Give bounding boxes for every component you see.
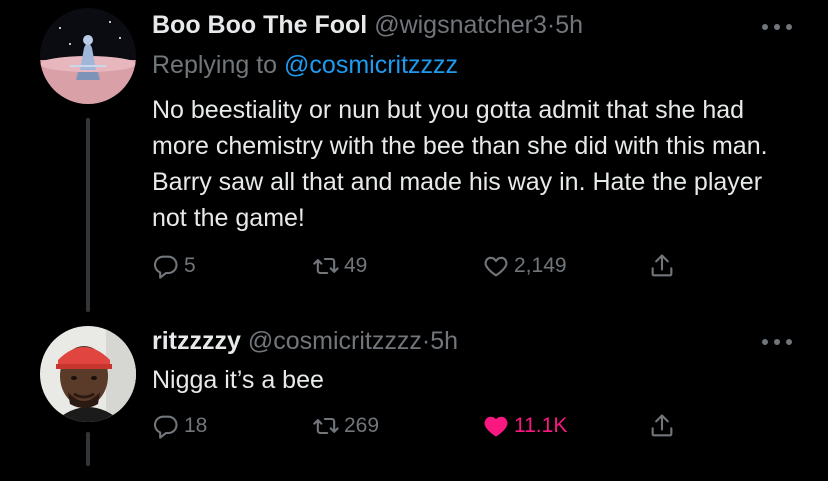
- retweet-count: 269: [344, 414, 380, 437]
- reply-count: 18: [184, 414, 208, 437]
- replying-to: Replying to @cosmicritzzzz: [152, 50, 458, 80]
- thread-line-bottom: [86, 432, 90, 466]
- like-count: 11.1K: [514, 414, 568, 437]
- tweet-2-actions: 18 269 11.1K: [152, 408, 692, 444]
- avatar-image: [40, 326, 136, 422]
- reply-button[interactable]: 18: [152, 408, 207, 444]
- tweet-2-header: ritzzzzy @cosmicritzzzz·5h: [152, 326, 458, 356]
- reply-count: 5: [184, 254, 196, 277]
- reply-icon: [153, 255, 178, 279]
- more-icon[interactable]: [762, 23, 792, 31]
- like-icon: [484, 416, 508, 437]
- retweet-icon: [313, 417, 339, 435]
- reply-button[interactable]: 5: [152, 248, 196, 284]
- share-icon: [651, 254, 673, 277]
- replying-prefix: Replying to: [152, 51, 278, 79]
- avatar-image: [40, 8, 136, 104]
- share-icon: [651, 414, 673, 437]
- separator-dot: ·: [421, 327, 431, 355]
- like-button[interactable]: 2,149: [482, 248, 567, 284]
- avatar-cosmicritzzzz[interactable]: [40, 326, 136, 422]
- share-button[interactable]: [648, 408, 676, 444]
- tweet-1-actions: 5 49 2,149: [152, 248, 692, 284]
- thread-line-top: [86, 118, 90, 312]
- retweet-icon: [313, 257, 339, 275]
- avatar-wigsnatcher3[interactable]: [40, 8, 136, 104]
- retweet-button[interactable]: 49: [312, 248, 367, 284]
- timestamp[interactable]: 5h: [430, 327, 458, 355]
- mention-link[interactable]: @cosmicritzzzz: [284, 51, 458, 79]
- tweet-text: No beestiality or nun but you gotta admi…: [152, 96, 768, 232]
- like-button[interactable]: 11.1K: [482, 408, 567, 444]
- separator-dot: ·: [546, 11, 556, 39]
- retweet-button[interactable]: 269: [312, 408, 379, 444]
- reply-icon: [153, 415, 178, 439]
- share-button[interactable]: [648, 248, 676, 284]
- more-icon[interactable]: [762, 338, 792, 346]
- display-name[interactable]: Boo Boo The Fool: [152, 11, 367, 39]
- user-handle[interactable]: @cosmicritzzzz: [248, 327, 422, 355]
- like-icon: [484, 256, 508, 277]
- retweet-count: 49: [344, 254, 368, 277]
- timestamp[interactable]: 5h: [555, 11, 583, 39]
- tweet-text: Nigga it’s a bee: [152, 366, 324, 394]
- display-name[interactable]: ritzzzzy: [152, 327, 241, 355]
- user-handle[interactable]: @wigsnatcher3: [374, 11, 547, 39]
- tweet-1-header: Boo Boo The Fool @wigsnatcher3·5h: [152, 10, 583, 40]
- like-count: 2,149: [514, 254, 567, 277]
